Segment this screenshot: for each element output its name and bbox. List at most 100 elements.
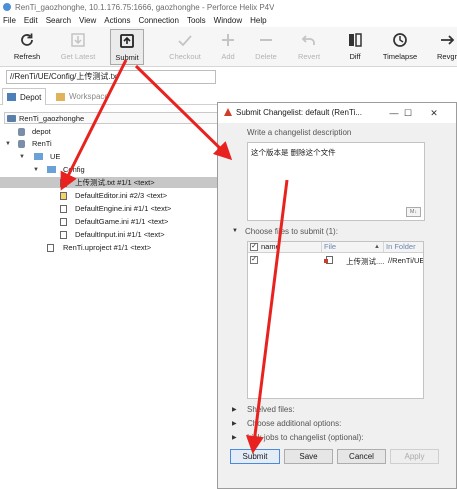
workspace-name: RenTi_gaozhonghe bbox=[19, 113, 85, 123]
workspace-tab-icon bbox=[56, 92, 65, 101]
column-header-file-label: File bbox=[324, 242, 337, 251]
depot-icon bbox=[18, 127, 25, 136]
tree-item-label: RenTi bbox=[32, 139, 52, 148]
add-label: Add bbox=[221, 52, 235, 61]
submit-icon bbox=[120, 34, 134, 48]
tab-workspace[interactable]: Workspace bbox=[52, 88, 113, 105]
minimize-button[interactable]: — bbox=[387, 106, 401, 120]
additional-options-section[interactable]: Choose additional options: bbox=[247, 419, 341, 428]
file-cell: 上传测试.... bbox=[346, 257, 385, 266]
folder-cell: //RenTi/UE bbox=[388, 256, 424, 265]
menu-actions[interactable]: Actions bbox=[104, 16, 130, 25]
maximize-button[interactable]: ☐ bbox=[401, 106, 415, 120]
submit-toolbar-button[interactable]: Submit bbox=[110, 29, 144, 65]
files-section-label: Choose files to submit (1): bbox=[245, 227, 338, 236]
expand-arrow-icon[interactable]: ▼ bbox=[232, 228, 238, 234]
diff-label: Diff bbox=[349, 52, 361, 61]
revgraph-icon bbox=[441, 35, 455, 45]
column-header-name[interactable]: ✓ name bbox=[248, 242, 322, 253]
menu-file[interactable]: File bbox=[3, 16, 16, 25]
tree-item-config[interactable]: ▼ Config bbox=[0, 164, 220, 175]
tree-item-default-editor-ini[interactable]: DefaultEditor.ini #2/3 <text> bbox=[0, 190, 220, 201]
shelved-files-section[interactable]: Shelved files: bbox=[247, 405, 295, 414]
expand-arrow-icon[interactable]: ▼ bbox=[5, 141, 11, 147]
diff-icon bbox=[349, 33, 362, 47]
tree-item-depot[interactable]: depot bbox=[0, 126, 220, 137]
markdown-icon[interactable]: M↓ bbox=[406, 207, 421, 217]
refresh-label: Refresh bbox=[13, 52, 41, 61]
workspace-icon bbox=[7, 114, 16, 122]
text-file-icon bbox=[47, 243, 54, 252]
tree-item-renti[interactable]: ▼ RenTi bbox=[0, 138, 220, 149]
files-table: ✓ name File ▲ In Folder ✓ 上传测试.... //Ren… bbox=[247, 241, 424, 399]
folder-icon bbox=[47, 166, 56, 173]
add-button[interactable]: Add bbox=[216, 29, 240, 65]
text-file-icon bbox=[60, 230, 67, 239]
menu-help[interactable]: Help bbox=[250, 16, 266, 25]
left-pane-tabs: Depot Workspace bbox=[0, 88, 220, 105]
revert-button[interactable]: Revert bbox=[292, 29, 326, 65]
tree-item-renti-uproject[interactable]: RenTi.uproject #1/1 <text> bbox=[0, 242, 220, 253]
menu-view[interactable]: View bbox=[79, 16, 96, 25]
menu-bar: File Edit Search View Actions Connection… bbox=[0, 14, 457, 27]
link-jobs-section[interactable]: Link jobs to changelist (optional): bbox=[247, 433, 364, 442]
get-latest-button[interactable]: Get Latest bbox=[56, 29, 100, 65]
tree-item-default-input-ini[interactable]: DefaultInput.ini #1/1 <text> bbox=[0, 229, 220, 240]
menu-tools[interactable]: Tools bbox=[187, 16, 206, 25]
tab-depot-label: Depot bbox=[20, 92, 42, 102]
close-button[interactable]: ✕ bbox=[427, 106, 441, 120]
tree-item-default-game-ini[interactable]: DefaultGame.ini #1/1 <text> bbox=[0, 216, 220, 227]
cancel-button[interactable]: Cancel bbox=[337, 449, 386, 464]
menu-edit[interactable]: Edit bbox=[24, 16, 38, 25]
tree-item-label: DefaultEngine.ini #1/1 <text> bbox=[75, 204, 172, 213]
refresh-icon bbox=[21, 33, 33, 46]
checkout-icon bbox=[178, 35, 192, 47]
description-label: Write a changelist description bbox=[247, 128, 352, 137]
delete-label: Delete bbox=[255, 52, 277, 61]
workspace-selector[interactable]: RenTi_gaozhonghe bbox=[4, 112, 218, 124]
table-row[interactable]: ✓ 上传测试.... //RenTi/UE bbox=[248, 255, 424, 266]
revgraph-button[interactable]: Revgr bbox=[432, 29, 457, 65]
tree-item-label: UE bbox=[50, 152, 61, 161]
select-all-checkbox[interactable]: ✓ bbox=[250, 243, 258, 251]
column-header-file[interactable]: File ▲ bbox=[322, 242, 384, 253]
save-button[interactable]: Save bbox=[284, 449, 333, 464]
apply-button[interactable]: Apply bbox=[390, 449, 439, 464]
collapsed-arrow-icon[interactable]: ▶ bbox=[232, 434, 237, 441]
column-header-name-label: name bbox=[261, 242, 280, 251]
menu-window[interactable]: Window bbox=[214, 16, 242, 25]
tree-item-upload-test-txt[interactable]: 上传测试.txt #1/1 <text> bbox=[0, 177, 220, 188]
submit-button[interactable]: Submit bbox=[230, 449, 280, 464]
timelapse-label: Timelapse bbox=[382, 52, 418, 61]
tab-depot[interactable]: Depot bbox=[2, 88, 47, 105]
window-title-bar: RenTi_gaozhonghe, 10.1.176.75:1666, gaoz… bbox=[0, 0, 457, 14]
tree-item-label: 上传测试.txt #1/1 <text> bbox=[75, 178, 155, 187]
collapsed-arrow-icon[interactable]: ▶ bbox=[232, 406, 237, 413]
expand-arrow-icon[interactable]: ▼ bbox=[19, 154, 25, 160]
menu-connection[interactable]: Connection bbox=[138, 16, 178, 25]
column-header-in-folder[interactable]: In Folder bbox=[384, 242, 423, 253]
timelapse-button[interactable]: Timelapse bbox=[378, 29, 422, 65]
tree-item-label: depot bbox=[32, 127, 51, 136]
expand-arrow-icon[interactable]: ▼ bbox=[33, 167, 39, 173]
tree-item-ue[interactable]: ▼ UE bbox=[0, 151, 220, 162]
refresh-button[interactable]: Refresh bbox=[8, 29, 46, 65]
file-checkbox[interactable]: ✓ bbox=[250, 256, 258, 264]
checkout-button[interactable]: Checkout bbox=[166, 29, 204, 65]
description-textarea[interactable]: 这个版本是 删除这个文件 M↓ bbox=[247, 142, 425, 221]
sort-ascending-icon: ▲ bbox=[374, 244, 380, 250]
collapsed-arrow-icon[interactable]: ▶ bbox=[232, 420, 237, 427]
get-latest-label: Get Latest bbox=[60, 52, 96, 61]
submit-toolbar-label: Submit bbox=[115, 53, 139, 62]
checkout-label: Checkout bbox=[169, 52, 201, 61]
description-text: 这个版本是 删除这个文件 bbox=[251, 148, 336, 157]
menu-search[interactable]: Search bbox=[46, 16, 71, 25]
revert-label: Revert bbox=[297, 52, 321, 61]
diff-button[interactable]: Diff bbox=[341, 29, 369, 65]
tree-item-default-engine-ini[interactable]: DefaultEngine.ini #1/1 <text> bbox=[0, 203, 220, 214]
text-file-icon bbox=[60, 178, 67, 187]
tree-item-label: DefaultEditor.ini #2/3 <text> bbox=[75, 191, 168, 200]
delete-button[interactable]: Delete bbox=[250, 29, 282, 65]
tab-workspace-label: Workspace bbox=[69, 92, 109, 101]
depot-path-field[interactable]: //RenTi/UE/Config/上传测试.tx bbox=[6, 70, 216, 84]
